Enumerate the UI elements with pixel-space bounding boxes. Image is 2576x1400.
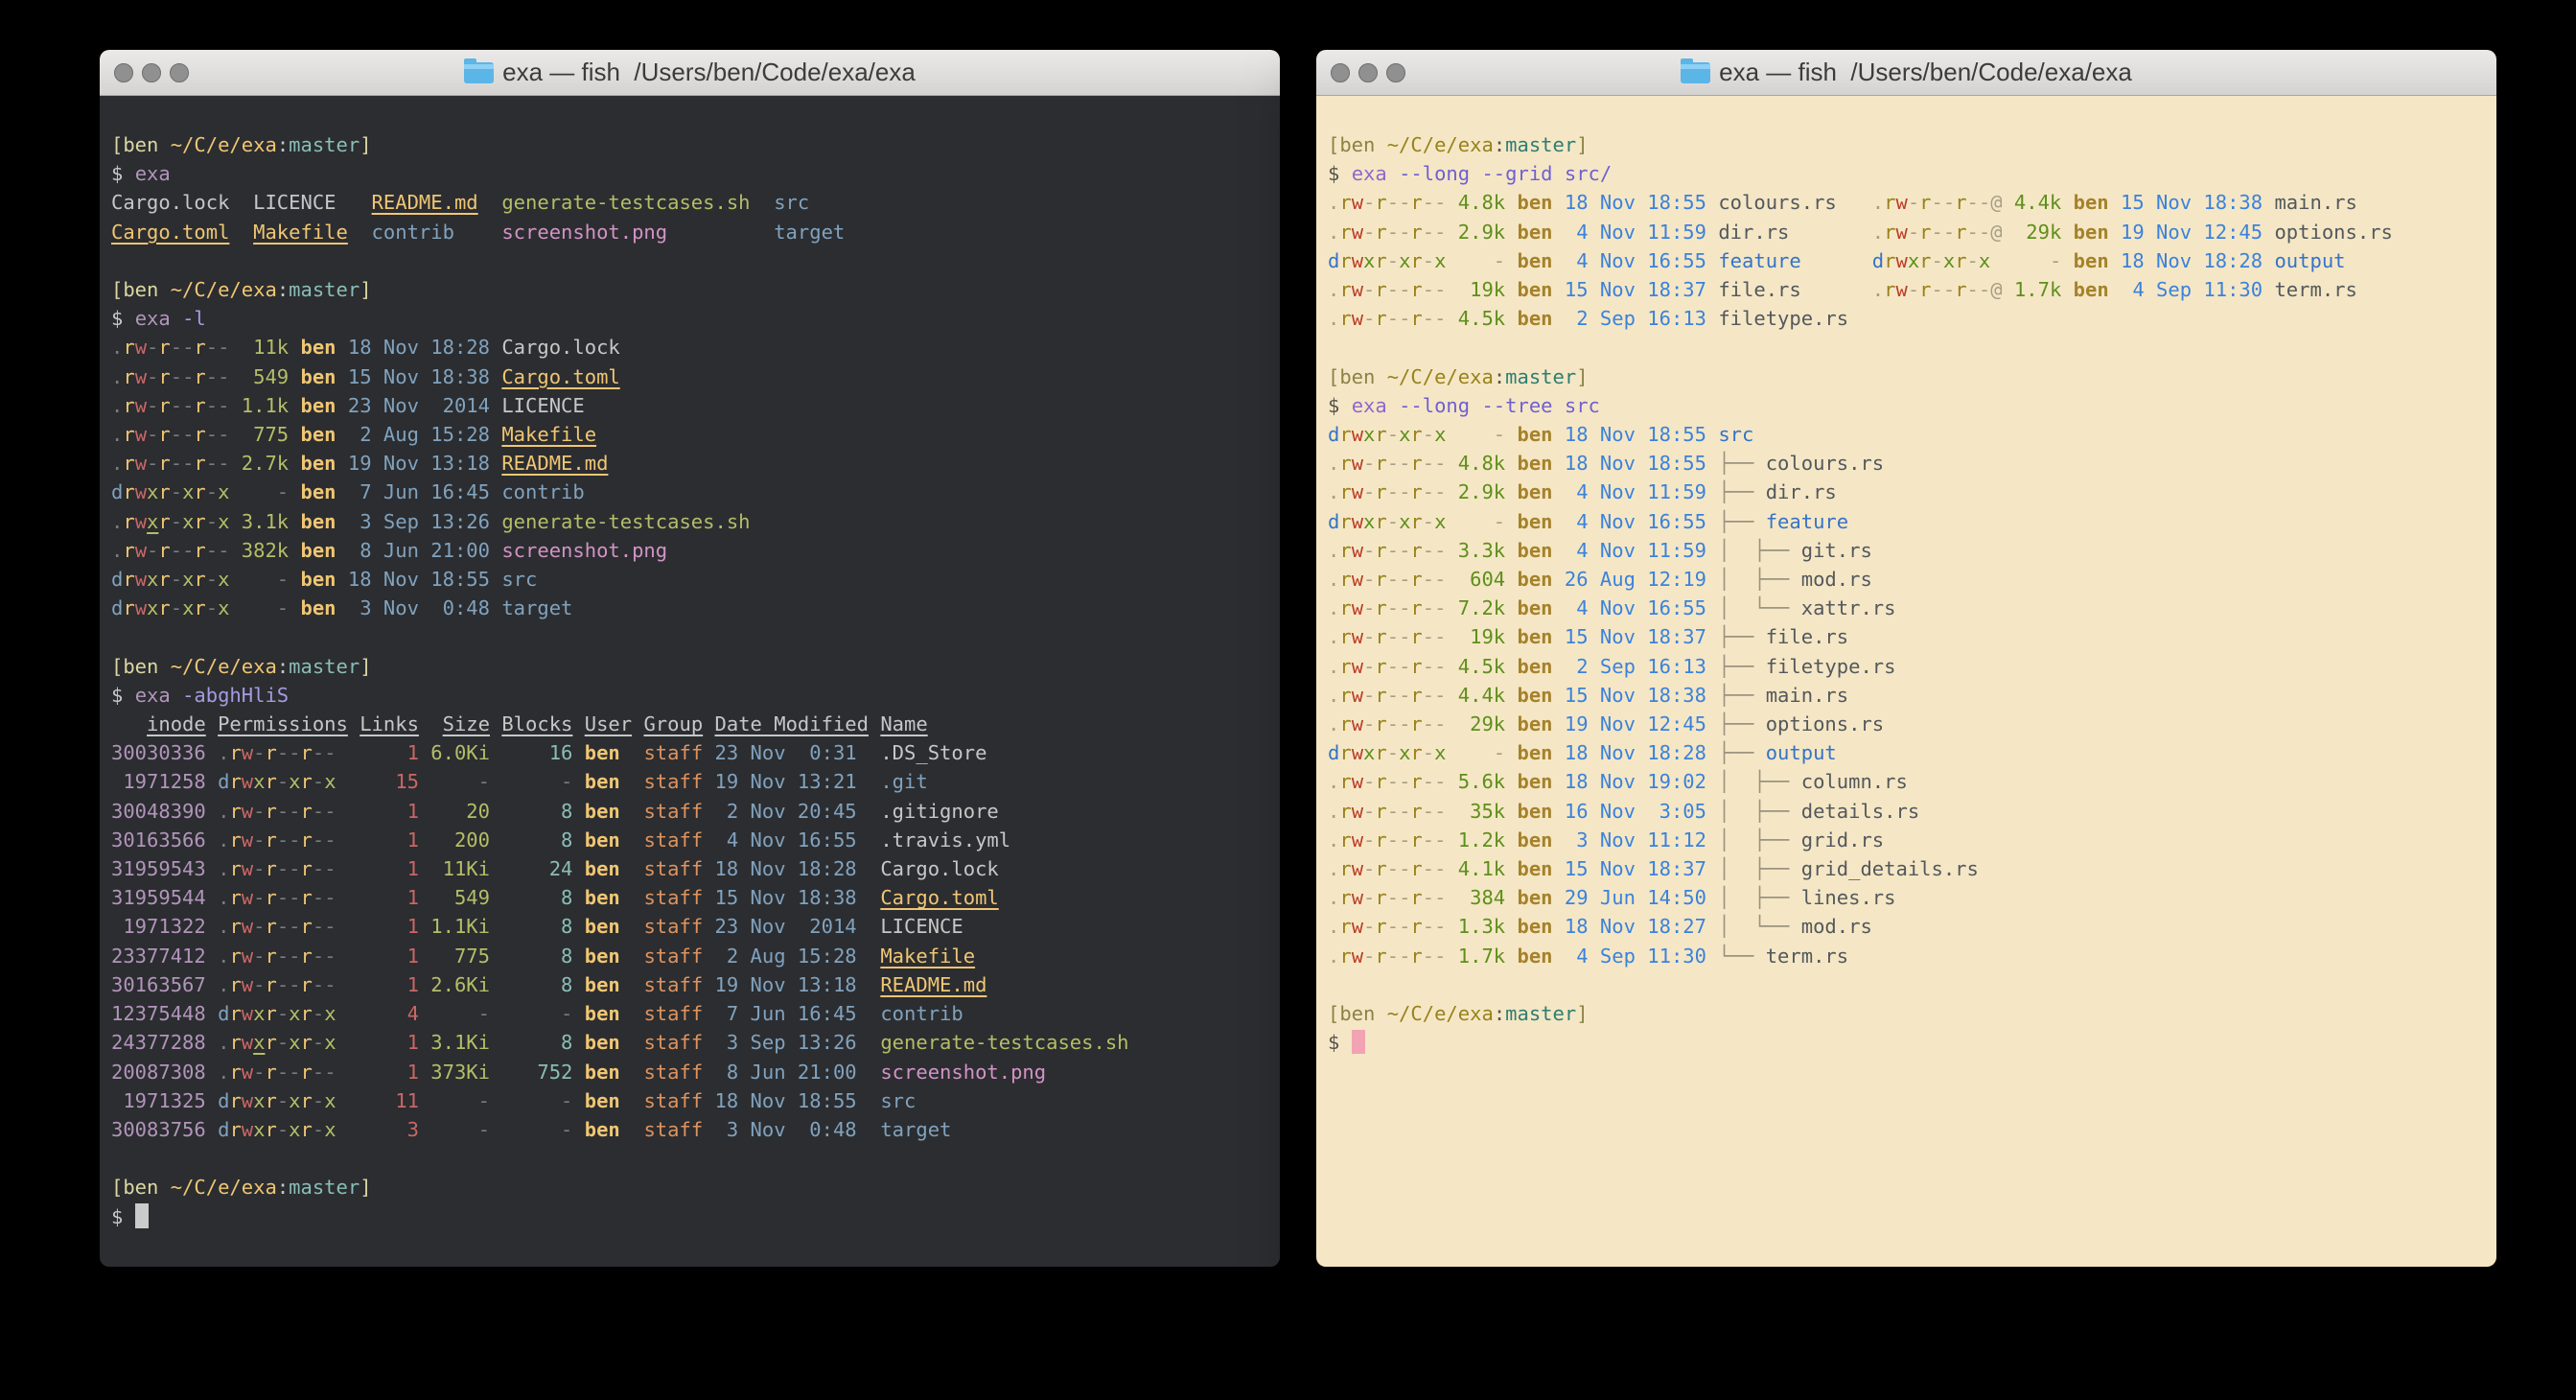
terminal-line: .rw-r--r-- 2.9k ben 4 Nov 11:59 ├── dir.… bbox=[1328, 478, 2489, 506]
terminal-line: $ exa -abghHliS bbox=[111, 681, 1272, 710]
terminal-line: 23377412 .rw-r--r-- 1 775 8 ben staff 2 … bbox=[111, 942, 1272, 970]
terminal-line: Cargo.toml Makefile contrib screenshot.p… bbox=[111, 218, 1272, 246]
desktop: { "left": { "title": "exa — fish /Users/… bbox=[0, 0, 2576, 1400]
terminal-line bbox=[1328, 970, 2489, 999]
terminal-line: .rw-r--r-- 384 ben 29 Jun 14:50 │ ├── li… bbox=[1328, 883, 2489, 912]
terminal-line: $ exa bbox=[111, 159, 1272, 188]
window-title-group: exa — fish /Users/ben/Code/exa/exa bbox=[1681, 58, 2132, 87]
terminal-line: .rw-r--r-- 4.8k ben 18 Nov 18:55 colours… bbox=[1328, 188, 2489, 217]
terminal-line: 24377288 .rwxr-xr-x 1 3.1Ki 8 ben staff … bbox=[111, 1028, 1272, 1057]
terminal-screen[interactable]: [ben ~/C/e/exa:master]$ exaCargo.lock LI… bbox=[100, 96, 1280, 1267]
terminal-line: 30163567 .rw-r--r-- 1 2.6Ki 8 ben staff … bbox=[111, 970, 1272, 999]
terminal-line: .rw-r--r-- 549 ben 15 Nov 18:38 Cargo.to… bbox=[111, 362, 1272, 391]
terminal-line: [ben ~/C/e/exa:master] bbox=[111, 130, 1272, 159]
terminal-line: .rw-r--r-- 4.8k ben 18 Nov 18:55 ├── col… bbox=[1328, 449, 2489, 478]
terminal-line: 1971322 .rw-r--r-- 1 1.1Ki 8 ben staff 2… bbox=[111, 912, 1272, 941]
terminal-line: [ben ~/C/e/exa:master] bbox=[1328, 130, 2489, 159]
terminal-line: 31959544 .rw-r--r-- 1 549 8 ben staff 15… bbox=[111, 883, 1272, 912]
window-title: exa — fish /Users/ben/Code/exa/exa bbox=[502, 58, 916, 87]
terminal-line: 30163566 .rw-r--r-- 1 200 8 ben staff 4 … bbox=[111, 826, 1272, 854]
terminal-line: [ben ~/C/e/exa:master] bbox=[111, 652, 1272, 681]
terminal-line: .rw-r--r-- 19k ben 15 Nov 18:37 ├── file… bbox=[1328, 622, 2489, 651]
terminal-line: .rw-r--r-- 1.1k ben 23 Nov 2014 LICENCE bbox=[111, 391, 1272, 420]
terminal-line: 12375448 drwxr-xr-x 4 - - ben staff 7 Ju… bbox=[111, 999, 1272, 1028]
window-title: exa — fish /Users/ben/Code/exa/exa bbox=[1719, 58, 2132, 87]
folder-icon bbox=[464, 62, 494, 83]
terminal-screen[interactable]: [ben ~/C/e/exa:master]$ exa --long --gri… bbox=[1316, 96, 2496, 1267]
terminal-line: .rw-r--r-- 5.6k ben 18 Nov 19:02 │ ├── c… bbox=[1328, 767, 2489, 796]
zoom-button[interactable] bbox=[1386, 63, 1405, 82]
terminal-line: .rw-r--r-- 1.3k ben 18 Nov 18:27 │ └── m… bbox=[1328, 912, 2489, 941]
terminal-line: drwxr-xr-x - ben 4 Nov 16:55 feature drw… bbox=[1328, 246, 2489, 275]
terminal-line: [ben ~/C/e/exa:master] bbox=[1328, 362, 2489, 391]
terminal-line: .rw-r--r-- 19k ben 15 Nov 18:37 file.rs … bbox=[1328, 275, 2489, 304]
terminal-line: .rw-r--r-- 382k ben 8 Jun 21:00 screensh… bbox=[111, 536, 1272, 565]
terminal-line: 1971325 drwxr-xr-x 11 - - ben staff 18 N… bbox=[111, 1086, 1272, 1115]
terminal-line: .rw-r--r-- 1.2k ben 3 Nov 11:12 │ ├── gr… bbox=[1328, 826, 2489, 854]
terminal-line: drwxr-xr-x - ben 3 Nov 0:48 target bbox=[111, 594, 1272, 622]
terminal-line: inode Permissions Links Size Blocks User… bbox=[111, 710, 1272, 738]
terminal-line: $ exa --long --tree src bbox=[1328, 391, 2489, 420]
terminal-line: .rw-r--r-- 4.5k ben 2 Sep 16:13 ├── file… bbox=[1328, 652, 2489, 681]
cursor bbox=[135, 1203, 150, 1228]
terminal-line: .rw-r--r-- 1.7k ben 4 Sep 11:30 └── term… bbox=[1328, 942, 2489, 970]
terminal-line: .rw-r--r-- 29k ben 19 Nov 12:45 ├── opti… bbox=[1328, 710, 2489, 738]
terminal-line: drwxr-xr-x - ben 18 Nov 18:28 ├── output bbox=[1328, 738, 2489, 767]
terminal-line: $ exa --long --grid src/ bbox=[1328, 159, 2489, 188]
close-button[interactable] bbox=[114, 63, 133, 82]
terminal-line: .rw-r--r-- 3.3k ben 4 Nov 11:59 │ ├── gi… bbox=[1328, 536, 2489, 565]
terminal-line: 30030336 .rw-r--r-- 1 6.0Ki 16 ben staff… bbox=[111, 738, 1272, 767]
terminal-window-dark: exa — fish /Users/ben/Code/exa/exa [ben … bbox=[100, 50, 1280, 1267]
terminal-line bbox=[111, 1144, 1272, 1173]
terminal-line: $ bbox=[111, 1202, 1272, 1231]
terminal-line: .rw-r--r-- 11k ben 18 Nov 18:28 Cargo.lo… bbox=[111, 333, 1272, 362]
traffic-lights bbox=[1331, 50, 1405, 95]
terminal-line: drwxr-xr-x - ben 18 Nov 18:55 src bbox=[1328, 420, 2489, 449]
terminal-line: [ben ~/C/e/exa:master] bbox=[111, 275, 1272, 304]
terminal-line: 31959543 .rw-r--r-- 1 11Ki 24 ben staff … bbox=[111, 854, 1272, 883]
folder-icon bbox=[1681, 62, 1710, 83]
close-button[interactable] bbox=[1331, 63, 1350, 82]
terminal-line: drwxr-xr-x - ben 4 Nov 16:55 ├── feature bbox=[1328, 507, 2489, 536]
titlebar[interactable]: exa — fish /Users/ben/Code/exa/exa bbox=[100, 50, 1280, 96]
terminal-line bbox=[111, 246, 1272, 275]
terminal-line: .rw-r--r-- 4.1k ben 15 Nov 18:37 │ ├── g… bbox=[1328, 854, 2489, 883]
zoom-button[interactable] bbox=[170, 63, 189, 82]
traffic-lights bbox=[114, 50, 189, 95]
window-title-group: exa — fish /Users/ben/Code/exa/exa bbox=[464, 58, 916, 87]
terminal-line: drwxr-xr-x - ben 7 Jun 16:45 contrib bbox=[111, 478, 1272, 506]
terminal-line bbox=[111, 622, 1272, 651]
terminal-line: .rw-r--r-- 4.4k ben 15 Nov 18:38 ├── mai… bbox=[1328, 681, 2489, 710]
terminal-line: $ exa -l bbox=[111, 304, 1272, 333]
minimize-button[interactable] bbox=[142, 63, 161, 82]
terminal-line: .rw-r--r-- 604 ben 26 Aug 12:19 │ ├── mo… bbox=[1328, 565, 2489, 594]
terminal-window-light: exa — fish /Users/ben/Code/exa/exa [ben … bbox=[1316, 50, 2496, 1267]
terminal-line: .rw-r--r-- 775 ben 2 Aug 15:28 Makefile bbox=[111, 420, 1272, 449]
terminal-line: Cargo.lock LICENCE README.md generate-te… bbox=[111, 188, 1272, 217]
terminal-line bbox=[1328, 333, 2489, 362]
cursor bbox=[1352, 1030, 1366, 1055]
titlebar[interactable]: exa — fish /Users/ben/Code/exa/exa bbox=[1316, 50, 2496, 96]
terminal-line: 1971258 drwxr-xr-x 15 - - ben staff 19 N… bbox=[111, 767, 1272, 796]
terminal-line: $ bbox=[1328, 1028, 2489, 1057]
terminal-line: [ben ~/C/e/exa:master] bbox=[111, 1173, 1272, 1202]
minimize-button[interactable] bbox=[1358, 63, 1378, 82]
terminal-line: .rw-r--r-- 2.9k ben 4 Nov 11:59 dir.rs .… bbox=[1328, 218, 2489, 246]
terminal-line: .rw-r--r-- 7.2k ben 4 Nov 16:55 │ └── xa… bbox=[1328, 594, 2489, 622]
terminal-line: 30083756 drwxr-xr-x 3 - - ben staff 3 No… bbox=[111, 1115, 1272, 1144]
terminal-line: 20087308 .rw-r--r-- 1 373Ki 752 ben staf… bbox=[111, 1058, 1272, 1086]
terminal-line: .rw-r--r-- 4.5k ben 2 Sep 16:13 filetype… bbox=[1328, 304, 2489, 333]
terminal-line: .rw-r--r-- 2.7k ben 19 Nov 13:18 README.… bbox=[111, 449, 1272, 478]
terminal-line: [ben ~/C/e/exa:master] bbox=[1328, 999, 2489, 1028]
terminal-line: 30048390 .rw-r--r-- 1 20 8 ben staff 2 N… bbox=[111, 797, 1272, 826]
terminal-line: .rwxr-xr-x 3.1k ben 3 Sep 13:26 generate… bbox=[111, 507, 1272, 536]
terminal-line: drwxr-xr-x - ben 18 Nov 18:55 src bbox=[111, 565, 1272, 594]
terminal-line: .rw-r--r-- 35k ben 16 Nov 3:05 │ ├── det… bbox=[1328, 797, 2489, 826]
